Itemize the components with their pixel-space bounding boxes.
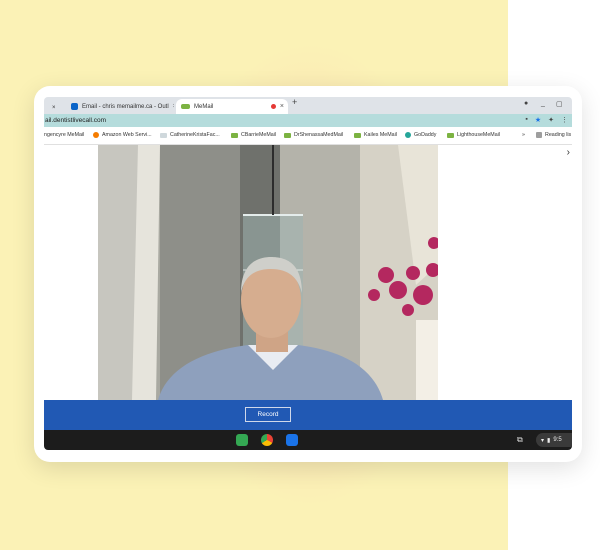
reading-list-icon	[536, 132, 542, 138]
chevron-right-icon[interactable]: ›	[567, 147, 570, 158]
amazon-icon	[93, 132, 99, 138]
overview-icon[interactable]: ⧉	[517, 435, 523, 445]
memail-icon	[354, 132, 361, 138]
tab-memail-label: MeMail	[194, 103, 214, 110]
camera-icon[interactable]: ▪	[525, 116, 527, 124]
close-icon[interactable]: ×	[173, 103, 174, 110]
record-button[interactable]: Record	[245, 407, 291, 422]
clock-text: 9:5	[553, 437, 562, 443]
bookmark-item[interactable]: CBarrieMeMail	[231, 132, 276, 138]
page-content: ›	[44, 145, 572, 400]
minimize-icon[interactable]: _	[541, 100, 545, 107]
url-text[interactable]: ail.dentistlivecall.com	[45, 117, 106, 124]
memail-icon	[447, 132, 454, 138]
memail-icon	[181, 104, 190, 109]
star-icon[interactable]: ★	[535, 116, 541, 124]
tab-email-label: Email - chris memailme.ca - Outl	[82, 103, 169, 110]
webcam-video	[98, 145, 438, 400]
chrome-app-icon[interactable]	[261, 434, 273, 446]
bookmarks-bar: ngencyre MeMail Amazon Web Servi... Cath…	[44, 127, 572, 145]
tab-email[interactable]: Email - chris memailme.ca - Outl ×	[66, 99, 174, 114]
browser-window: × Email - chris memailme.ca - Outl × MeM…	[44, 97, 572, 450]
sheets-app-icon[interactable]	[236, 434, 248, 446]
new-tab-button[interactable]: +	[292, 97, 297, 107]
recording-indicator-icon	[270, 104, 276, 109]
wifi-icon: ▾	[541, 437, 545, 444]
status-tray[interactable]: ▾ ▮ 9:5	[536, 433, 572, 447]
files-app-icon[interactable]	[286, 434, 298, 446]
webcam-scene	[98, 145, 438, 400]
bookmark-item[interactable]: DrShenassaMedMail	[284, 132, 343, 138]
bookmark-item[interactable]: CatherineKristaFac...	[160, 132, 220, 138]
bookmark-item[interactable]: Kailes MeMail	[354, 132, 397, 138]
address-bar[interactable]: ail.dentistlivecall.com ▪ ★ ✦ ⋮	[44, 114, 572, 127]
outlook-icon	[71, 103, 78, 110]
restore-icon[interactable]: ▢	[556, 100, 563, 108]
extensions-icon[interactable]: ✦	[548, 116, 554, 124]
record-bar: Record	[44, 400, 572, 430]
bookmarks-overflow-button[interactable]: »	[522, 132, 525, 138]
memail-icon	[231, 132, 238, 138]
bookmark-item[interactable]: LighthouseMeMail	[447, 132, 500, 138]
menu-icon[interactable]: ⋮	[561, 116, 568, 124]
profile-icon[interactable]: ●	[524, 100, 528, 107]
memail-icon	[284, 132, 291, 138]
close-icon[interactable]: ×	[280, 103, 284, 110]
bookmark-item[interactable]: ngencyre MeMail	[44, 132, 84, 138]
tab-memail[interactable]: MeMail ×	[176, 99, 288, 114]
battery-icon: ▮	[547, 437, 551, 444]
page-icon	[160, 132, 167, 138]
bookmark-item[interactable]: GoDaddy	[405, 132, 436, 138]
reading-list-button[interactable]: Reading lis	[536, 132, 571, 138]
os-shelf: ⧉ ▾ ▮ 9:5	[44, 430, 572, 450]
tab-strip: × Email - chris memailme.ca - Outl × MeM…	[44, 97, 572, 114]
tab-close-previous[interactable]: ×	[52, 100, 56, 115]
godaddy-icon	[405, 132, 411, 138]
bookmark-item[interactable]: Amazon Web Servi...	[93, 132, 152, 138]
